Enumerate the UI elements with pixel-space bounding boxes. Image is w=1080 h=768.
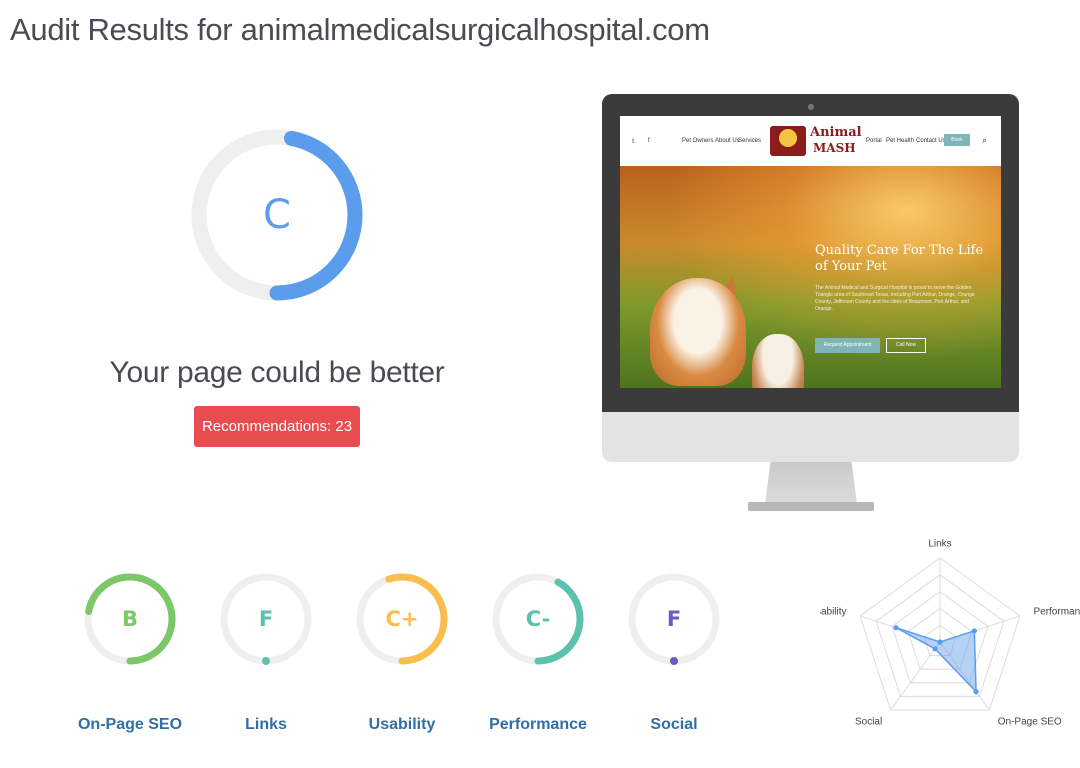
radar-point <box>932 646 938 652</box>
category-grade-links: F <box>258 607 274 631</box>
camera-dot <box>808 104 814 110</box>
verdict-heading: Your page could be better <box>109 356 445 389</box>
radar-point <box>937 639 943 645</box>
category-grade-social: F <box>666 607 682 631</box>
category-label-performance[interactable]: Performance <box>470 716 606 734</box>
radar-axis-label: Performance <box>1033 607 1080 618</box>
site-nav-item: Pet Owners <box>682 138 714 144</box>
hero-secondary-button: Call Now <box>886 338 926 353</box>
site-logo-text: Animal <box>810 125 862 140</box>
category-label-usability[interactable]: Usability <box>334 716 470 734</box>
radar-point <box>973 689 979 695</box>
page-title: Audit Results for animalmedicalsurgicalh… <box>10 12 710 47</box>
monitor-chin <box>602 412 1019 462</box>
monitor-base <box>748 502 874 511</box>
hero-heading-line: of Your Pet <box>815 259 887 274</box>
radar-axis-label: On-Page SEO <box>998 717 1062 728</box>
site-cta-button: Book Online <box>944 134 970 155</box>
site-logo-icon <box>770 126 806 156</box>
dog-image <box>650 278 746 386</box>
cat-image <box>752 334 804 388</box>
radar-point <box>893 625 899 631</box>
radar-axis-label: Social <box>855 717 882 728</box>
radar-axis-line <box>890 641 941 711</box>
category-grade-usability: C+ <box>385 607 419 631</box>
radar-axis-label: Usability <box>820 607 847 618</box>
hero-primary-button: Request Appointment <box>815 338 880 353</box>
radar-series-area <box>895 627 977 694</box>
site-nav-item: Portal <box>866 138 882 144</box>
site-navbar: 𝕥 f Pet Owners About Us Services Animal … <box>620 116 1001 166</box>
search-icon: ⌕ <box>982 135 988 145</box>
site-logo-text: MASH <box>813 141 856 155</box>
site-nav-item: Contact Us <box>916 138 946 144</box>
recommendations-button[interactable]: Recommendations: 23 <box>194 406 360 447</box>
site-nav-item: Services <box>738 138 762 144</box>
facebook-icon: f <box>648 138 650 144</box>
site-nav-item: Pet Health <box>886 138 915 144</box>
site-nav-item: About Us <box>715 138 740 144</box>
overall-grade: C <box>263 192 291 238</box>
category-label-on-page-seo[interactable]: On-Page SEO <box>62 716 198 734</box>
hero-heading-line: Quality Care For The Life <box>815 243 984 258</box>
website-screenshot: 𝕥 f Pet Owners About Us Services Animal … <box>620 116 1001 388</box>
radar-point <box>971 628 977 634</box>
hero-text: The Animal Medical and Surgical Hospital… <box>815 285 975 312</box>
site-hero-image <box>620 166 1001 388</box>
radar-chart: Links Performance On-Page SEO Social Usabili… <box>820 539 1080 728</box>
hero-heading: Quality Care For The Life of Your Pet <box>815 243 990 275</box>
category-label-social[interactable]: Social <box>606 716 742 734</box>
category-grade-on-page-seo: B <box>121 607 138 631</box>
category-grade-performance: C- <box>525 607 551 631</box>
category-label-links[interactable]: Links <box>198 716 334 734</box>
monitor-stand <box>765 462 857 504</box>
website-preview-monitor: 𝕥 f Pet Owners About Us Services Animal … <box>602 94 1019 511</box>
radar-axis-label: Links <box>928 539 951 550</box>
twitter-icon: 𝕥 <box>632 139 635 145</box>
